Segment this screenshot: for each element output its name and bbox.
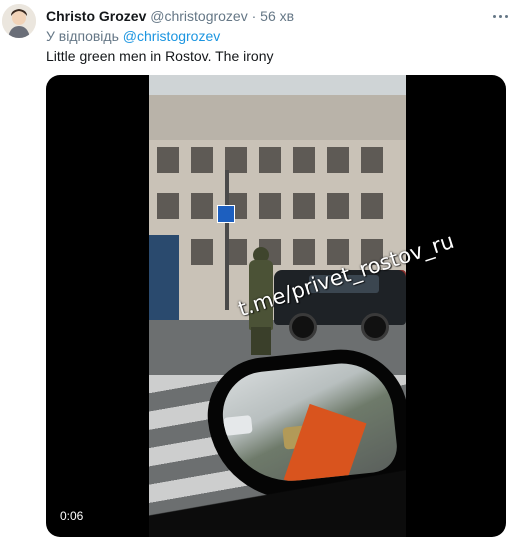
reply-prefix: У відповідь — [46, 28, 119, 44]
car-door — [149, 470, 406, 537]
timestamp[interactable]: 56 хв — [260, 8, 294, 24]
reply-mention-link[interactable]: @christogrozev — [123, 28, 220, 44]
tweet[interactable]: Christo Grozev @christogrozev · 56 хв У … — [0, 0, 523, 537]
soldier-legs — [251, 327, 271, 355]
more-dots-icon — [492, 14, 508, 18]
suv-wheel — [361, 313, 389, 341]
building-roof — [149, 95, 406, 140]
suv-wheel — [289, 313, 317, 341]
author-handle[interactable]: @christogrozev — [150, 8, 247, 24]
traffic-pole — [225, 170, 229, 310]
author-name[interactable]: Christo Grozev — [46, 8, 146, 24]
tweet-text: Little green men in Rostov. The irony — [46, 48, 274, 64]
mirror-car — [223, 415, 253, 436]
video-duration: 0:06 — [56, 507, 88, 525]
crosswalk-sign — [217, 205, 235, 223]
video-player[interactable]: t.me/privet_rostov_ru 0:06 — [46, 75, 506, 537]
separator-dot: · — [251, 8, 257, 24]
building-windows — [157, 147, 383, 265]
more-options-button[interactable] — [487, 6, 513, 26]
tweet-header: Christo Grozev @christogrozev · 56 хв — [46, 8, 294, 24]
reply-context: У відповідь @christogrozev — [46, 28, 220, 44]
avatar[interactable] — [2, 4, 36, 38]
avatar-image — [2, 4, 36, 38]
